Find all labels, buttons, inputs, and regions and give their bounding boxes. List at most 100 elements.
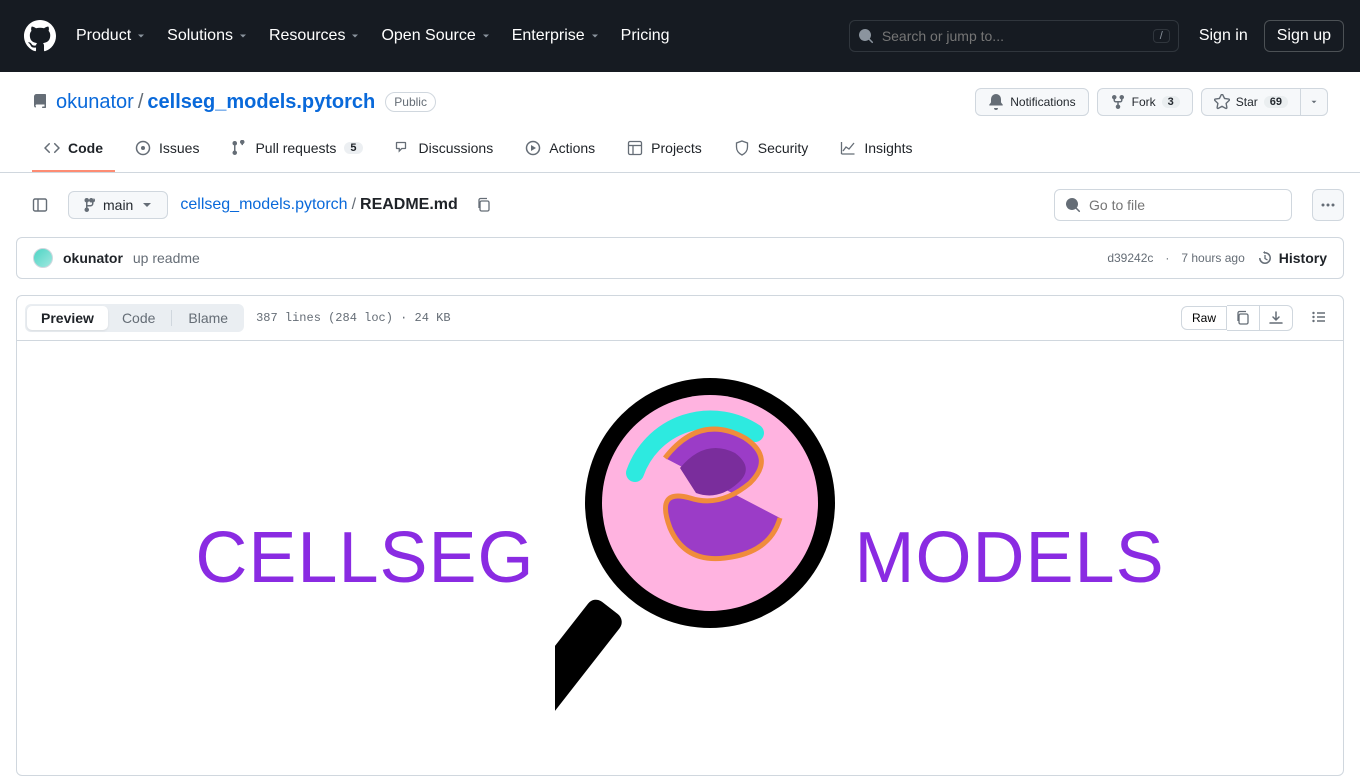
go-to-file-search[interactable] (1054, 189, 1292, 221)
branch-icon (81, 197, 97, 213)
file-toolbar: Preview Code Blame 387 lines (284 loc) ·… (17, 296, 1343, 341)
projects-icon (627, 140, 643, 156)
latest-commit-bar: okunator up readme d39242c · 7 hours ago… (16, 237, 1344, 279)
triangle-down-icon (1309, 97, 1319, 107)
tab-projects[interactable]: Projects (615, 132, 714, 172)
magnifier-logo-icon (555, 373, 835, 743)
copy-path-button[interactable] (470, 191, 498, 219)
breadcrumb: cellseg_models.pytorch / README.md (180, 196, 457, 214)
global-search[interactable]: / (849, 20, 1179, 52)
repo-owner-link[interactable]: okunator (56, 91, 134, 114)
insights-icon (840, 140, 856, 156)
raw-button[interactable]: Raw (1181, 306, 1227, 330)
nav-solutions[interactable]: Solutions (167, 27, 249, 45)
list-icon (1311, 309, 1327, 325)
nav-pricing[interactable]: Pricing (621, 27, 670, 45)
code-tab[interactable]: Code (108, 306, 169, 330)
preview-tab[interactable]: Preview (27, 306, 108, 330)
logo-text-left: CELLSEG (195, 517, 534, 599)
slash-shortcut-badge: / (1153, 29, 1170, 43)
view-mode-segmented: Preview Code Blame (25, 304, 244, 332)
star-dropdown[interactable] (1301, 88, 1328, 116)
copy-raw-button[interactable] (1227, 305, 1260, 331)
auth-links: Sign in Sign up (1199, 20, 1344, 52)
copy-icon (476, 197, 492, 213)
commit-time: 7 hours ago (1181, 251, 1244, 265)
notifications-button[interactable]: Notifications (975, 88, 1088, 116)
github-logo-icon[interactable] (24, 20, 56, 52)
chevron-down-icon (237, 30, 249, 42)
fork-button[interactable]: Fork 3 (1097, 88, 1193, 116)
global-nav: Product Solutions Resources Open Source … (76, 27, 849, 45)
discussion-icon (395, 140, 411, 156)
more-options-button[interactable] (1312, 189, 1344, 221)
repo-icon (32, 94, 48, 110)
visibility-badge: Public (385, 92, 436, 112)
pr-count: 5 (344, 142, 362, 154)
branch-select[interactable]: main (68, 191, 168, 219)
nav-resources[interactable]: Resources (269, 27, 361, 45)
outline-button[interactable] (1303, 305, 1335, 332)
chevron-down-icon (349, 30, 361, 42)
repo-tabs: Code Issues Pull requests5 Discussions A… (32, 132, 1328, 172)
nav-enterprise[interactable]: Enterprise (512, 27, 601, 45)
kebab-icon (1320, 197, 1336, 213)
search-icon (1065, 197, 1081, 213)
tab-issues[interactable]: Issues (123, 132, 211, 172)
readme-content: CELLSEG MODELS (17, 341, 1343, 775)
go-to-file-input[interactable] (1089, 197, 1281, 213)
logo-text-right: MODELS (855, 517, 1165, 599)
tab-insights[interactable]: Insights (828, 132, 924, 172)
tab-pull-requests[interactable]: Pull requests5 (219, 132, 374, 172)
fork-icon (1110, 94, 1126, 110)
actions-icon (525, 140, 541, 156)
sign-up-button[interactable]: Sign up (1264, 20, 1344, 52)
sign-in-link[interactable]: Sign in (1199, 27, 1248, 45)
global-header: Product Solutions Resources Open Source … (0, 0, 1360, 72)
commit-sha[interactable]: d39242c (1107, 251, 1153, 265)
repo-separator: / (138, 91, 144, 114)
history-link[interactable]: History (1257, 250, 1327, 266)
project-logo: CELLSEG MODELS (195, 373, 1164, 743)
issue-icon (135, 140, 151, 156)
fork-count: 3 (1162, 96, 1180, 108)
shield-icon (734, 140, 750, 156)
nav-product[interactable]: Product (76, 27, 147, 45)
code-icon (44, 140, 60, 156)
search-icon (858, 28, 874, 44)
commit-author[interactable]: okunator (63, 250, 123, 266)
side-panel-toggle[interactable] (24, 189, 56, 221)
breadcrumb-repo-link[interactable]: cellseg_models.pytorch (180, 196, 347, 214)
tab-discussions[interactable]: Discussions (383, 132, 506, 172)
tab-actions[interactable]: Actions (513, 132, 607, 172)
breadcrumb-file: README.md (360, 196, 458, 214)
commit-separator: · (1165, 251, 1169, 265)
side-panel-icon (32, 197, 48, 213)
chevron-down-icon (135, 30, 147, 42)
chevron-down-icon (480, 30, 492, 42)
file-viewer: Preview Code Blame 387 lines (284 loc) ·… (16, 295, 1344, 776)
history-icon (1257, 250, 1273, 266)
repo-header: okunator / cellseg_models.pytorch Public… (0, 72, 1360, 173)
bell-icon (988, 94, 1004, 110)
repo-name-link[interactable]: cellseg_models.pytorch (147, 91, 375, 114)
chevron-down-icon (589, 30, 601, 42)
star-button[interactable]: Star 69 (1201, 88, 1301, 116)
copy-icon (1235, 310, 1251, 326)
nav-opensource[interactable]: Open Source (381, 27, 491, 45)
repo-actions: Notifications Fork 3 Star 69 (975, 88, 1328, 116)
file-meta: 387 lines (284 loc) · 24 KB (256, 311, 450, 325)
download-button[interactable] (1260, 305, 1293, 331)
search-input[interactable] (882, 28, 1153, 44)
tab-code[interactable]: Code (32, 132, 115, 172)
download-icon (1268, 310, 1284, 326)
commit-message[interactable]: up readme (133, 250, 200, 266)
tab-security[interactable]: Security (722, 132, 821, 172)
blame-tab[interactable]: Blame (174, 306, 242, 330)
segment-divider (171, 310, 172, 326)
star-icon (1214, 94, 1230, 110)
file-header: main cellseg_models.pytorch / README.md (0, 173, 1360, 237)
avatar[interactable] (33, 248, 53, 268)
triangle-down-icon (139, 197, 155, 213)
pull-request-icon (231, 140, 247, 156)
